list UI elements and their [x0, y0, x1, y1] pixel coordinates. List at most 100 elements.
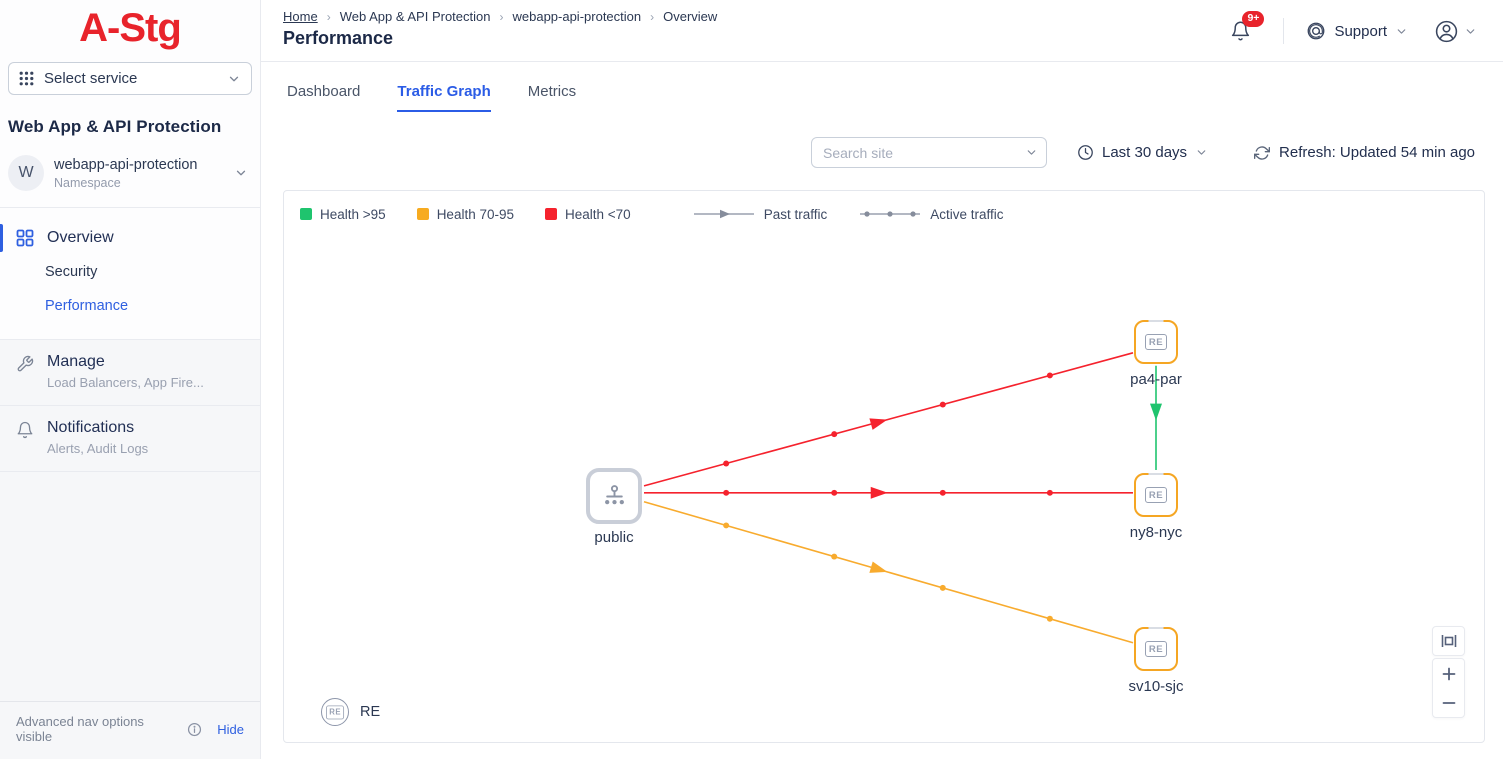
minus-icon [1442, 696, 1456, 710]
re-circle-icon: RE [321, 698, 349, 726]
node-label: sv10-sjc [1128, 678, 1183, 695]
tab-metrics[interactable]: Metrics [528, 83, 576, 112]
network-icon [601, 484, 628, 509]
re-badge: RE [1145, 334, 1167, 351]
legend-past-traffic: Past traffic [694, 206, 828, 222]
support-label: Support [1334, 23, 1387, 40]
legend-label: Active traffic [930, 207, 1003, 222]
traffic-edges [284, 191, 1484, 742]
time-range-label: Last 30 days [1102, 144, 1187, 161]
notification-count-badge: 9+ [1242, 11, 1264, 27]
node-label: public [594, 529, 633, 546]
chevron-down-icon [227, 72, 241, 86]
graph-view-controls [1432, 626, 1465, 718]
wrench-icon [16, 355, 34, 390]
plus-icon [1442, 667, 1456, 681]
chevron-right-icon: › [327, 10, 331, 24]
sidebar-item-security[interactable]: Security [0, 255, 260, 289]
header-divider [1283, 18, 1284, 44]
refresh-button[interactable]: Refresh: Updated 54 min ago [1254, 144, 1475, 161]
graph-node-public[interactable]: public [586, 468, 642, 524]
legend-health-warn: Health 70-95 [417, 207, 514, 222]
sidebar-item-label: Notifications [47, 419, 148, 437]
zoom-out-button[interactable] [1433, 688, 1464, 717]
chevron-down-icon [1464, 25, 1477, 38]
namespace-name: webapp-api-protection [54, 157, 197, 173]
re-badge: RE [1145, 641, 1167, 658]
graph-node-ny8-nyc[interactable]: RE ny8-nyc [1134, 473, 1178, 517]
chevron-down-icon [1195, 146, 1208, 159]
search-site-input[interactable] [811, 137, 1047, 168]
legend-label: Health <70 [565, 207, 631, 222]
graph-controls: Last 30 days Refresh: Updated 54 min ago [261, 137, 1475, 168]
node-label: pa4-par [1130, 371, 1182, 388]
sidebar: A-Stg Select service Web App & API Prote… [0, 0, 261, 759]
select-service-label: Select service [44, 70, 217, 87]
notifications-bell-button[interactable]: 9+ [1230, 20, 1251, 42]
refresh-status-label: Refresh: Updated 54 min ago [1279, 144, 1475, 161]
overview-grid-icon [16, 229, 34, 247]
breadcrumb-service[interactable]: Web App & API Protection [340, 9, 491, 24]
sidebar-item-subtitle: Load Balancers, App Fire... [47, 375, 204, 390]
support-menu[interactable]: Support [1306, 21, 1408, 41]
re-badge: RE [1145, 487, 1167, 504]
graph-node-pa4-par[interactable]: RE pa4-par [1134, 320, 1178, 364]
graph-node-sv10-sjc[interactable]: RE sv10-sjc [1134, 627, 1178, 671]
legend-health-good: Health >95 [300, 207, 386, 222]
site-search-select[interactable] [811, 137, 1047, 168]
red-swatch [545, 208, 557, 220]
fit-to-screen-button[interactable] [1432, 626, 1465, 656]
zoom-in-button[interactable] [1433, 659, 1464, 688]
user-account-icon [1434, 19, 1459, 44]
re-key-label: RE [360, 704, 380, 720]
namespace-selector[interactable]: W webapp-api-protection Namespace [0, 149, 260, 207]
yellow-swatch [417, 208, 429, 220]
active-indicator [0, 224, 3, 252]
account-menu[interactable] [1434, 19, 1477, 44]
breadcrumb-home[interactable]: Home [283, 9, 318, 24]
advanced-nav-text: Advanced nav options visible [16, 714, 180, 744]
chevron-right-icon: › [499, 10, 503, 24]
sidebar-item-label: Manage [47, 353, 204, 371]
refresh-icon [1254, 145, 1270, 161]
chevron-down-icon [234, 166, 248, 180]
info-icon[interactable] [187, 722, 202, 737]
breadcrumb-namespace[interactable]: webapp-api-protection [512, 9, 641, 24]
sidebar-item-subtitle: Alerts, Audit Logs [47, 441, 148, 456]
time-range-dropdown[interactable]: Last 30 days [1077, 144, 1208, 161]
hide-nav-link[interactable]: Hide [217, 722, 244, 737]
legend-label: Health >95 [320, 207, 386, 222]
sidebar-footer: Advanced nav options visible Hide [0, 701, 260, 759]
re-node-key: RE RE [321, 698, 380, 726]
green-swatch [300, 208, 312, 220]
clock-icon [1077, 144, 1094, 161]
node-label: ny8-nyc [1130, 524, 1183, 541]
breadcrumb-overview[interactable]: Overview [663, 9, 717, 24]
past-traffic-line-icon [694, 206, 754, 222]
namespace-type-label: Namespace [54, 176, 197, 190]
tab-dashboard[interactable]: Dashboard [287, 83, 360, 112]
active-traffic-line-icon [860, 206, 920, 222]
tab-traffic-graph[interactable]: Traffic Graph [397, 83, 490, 112]
legend-health-bad: Health <70 [545, 207, 631, 222]
tab-bar: Dashboard Traffic Graph Metrics [261, 62, 1503, 112]
namespace-avatar: W [8, 155, 44, 191]
bell-icon [16, 421, 34, 456]
sidebar-item-label: Overview [47, 229, 114, 247]
chevron-down-icon [1395, 25, 1408, 38]
sidebar-item-performance[interactable]: Performance [0, 289, 260, 323]
sidebar-item-manage[interactable]: Manage Load Balancers, App Fire... [0, 340, 260, 406]
sidebar-item-notifications[interactable]: Notifications Alerts, Audit Logs [0, 406, 260, 472]
legend-label: Past traffic [764, 207, 828, 222]
legend-active-traffic: Active traffic [860, 206, 1003, 222]
main-area: Home › Web App & API Protection › webapp… [261, 0, 1503, 759]
graph-legend: Health >95 Health 70-95 Health <70 Past … [300, 206, 1035, 222]
legend-label: Health 70-95 [437, 207, 514, 222]
app-logo[interactable]: A-Stg [79, 4, 181, 52]
sidebar-item-overview[interactable]: Overview [0, 221, 260, 255]
apps-grid-icon [19, 71, 34, 86]
re-badge: RE [326, 705, 344, 719]
select-service-dropdown[interactable]: Select service [8, 62, 252, 95]
fit-view-icon [1441, 633, 1457, 649]
service-section-title: Web App & API Protection [8, 117, 252, 137]
